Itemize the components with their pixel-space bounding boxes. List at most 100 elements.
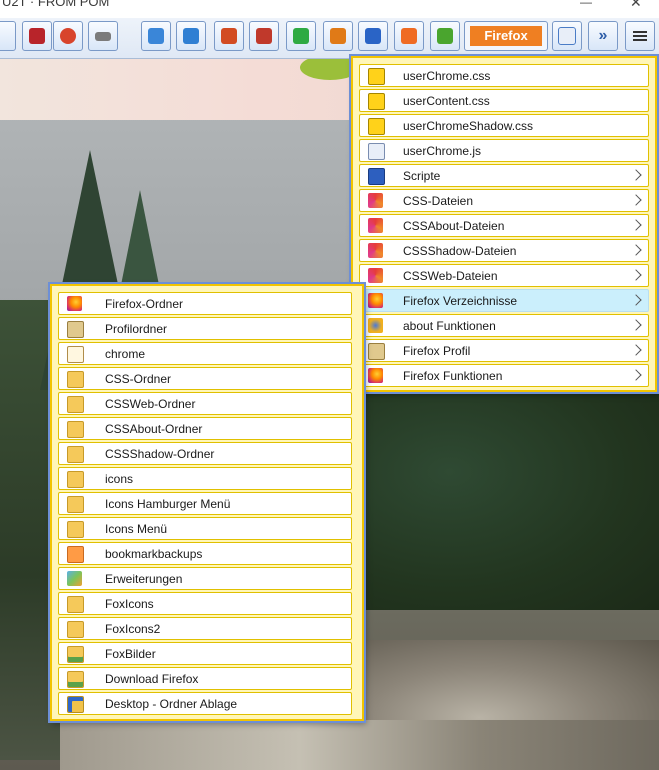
- menu-item[interactable]: FoxIcons2: [58, 617, 352, 640]
- firefox-icon: [368, 293, 383, 308]
- screenshot-button[interactable]: [141, 21, 171, 51]
- menu-item-label: FoxIcons: [105, 597, 154, 611]
- new-window-icon: [293, 28, 309, 44]
- menu-item[interactable]: Download Firefox: [58, 667, 352, 690]
- ublock-button[interactable]: [22, 21, 52, 51]
- chevron-right-icon: [630, 194, 642, 206]
- menu-item[interactable]: CSS-Ordner: [58, 367, 352, 390]
- firefox-menu-label: Firefox: [470, 26, 542, 46]
- profile-icon: [368, 343, 385, 360]
- css-file-icon: [368, 68, 385, 85]
- css-swirl-icon: [368, 268, 383, 283]
- menu-item[interactable]: icons: [58, 467, 352, 490]
- menu-item-label: CSSAbout-Ordner: [105, 422, 203, 436]
- menu-item[interactable]: Firefox Profil: [359, 339, 649, 362]
- menu-item[interactable]: Icons Menü: [58, 517, 352, 540]
- hamburger-icon: [633, 31, 647, 41]
- menu-item[interactable]: userChrome.js: [359, 139, 649, 162]
- menu-item-label: CSSAbout-Dateien: [403, 219, 505, 233]
- menu-item[interactable]: Firefox Funktionen: [359, 364, 649, 387]
- menu-item[interactable]: userChrome.css: [359, 64, 649, 87]
- css-swirl-icon: [368, 218, 383, 233]
- menu-item-label: CSSWeb-Ordner: [105, 397, 196, 411]
- menu-item[interactable]: CSSShadow-Ordner: [58, 442, 352, 465]
- css-folder-icon: [67, 421, 84, 438]
- menu-item[interactable]: CSSAbout-Ordner: [58, 417, 352, 440]
- screenshot-icon: [148, 28, 164, 44]
- cubes-icon: [67, 571, 82, 586]
- menu-item-label: chrome: [105, 347, 146, 361]
- reload-button[interactable]: [394, 21, 424, 51]
- folder-button[interactable]: [176, 21, 206, 51]
- menu-item[interactable]: FoxBilder: [58, 642, 352, 665]
- new-window-button[interactable]: [286, 21, 316, 51]
- menu-item[interactable]: Firefox-Ordner: [58, 292, 352, 315]
- menu-item[interactable]: Firefox Verzeichnisse: [359, 289, 649, 312]
- folder-icon: [67, 496, 84, 513]
- menu-item[interactable]: Erweiterungen: [58, 567, 352, 590]
- menu-item-label: bookmarkbackups: [105, 547, 203, 561]
- app-menu-button[interactable]: [625, 21, 655, 51]
- css-file-icon: [368, 118, 385, 135]
- firefox-dropdown-menu: userChrome.css userContent.css userChromeS…: [351, 56, 657, 392]
- menu-item-label: userContent.css: [403, 94, 490, 108]
- menu-item-label: Icons Hamburger Menü: [105, 497, 231, 511]
- cj-button[interactable]: [249, 21, 279, 51]
- overflow-button[interactable]: »: [588, 21, 618, 51]
- wallpaper-rocks-bottom: [60, 720, 659, 770]
- addon-red-button[interactable]: [53, 21, 83, 51]
- css-folder-icon: [67, 446, 84, 463]
- menu-item[interactable]: FoxIcons: [58, 592, 352, 615]
- wallpaper-forest-right: [360, 380, 659, 610]
- menu-item-label: userChromeShadow.css: [403, 119, 534, 133]
- menu-item[interactable]: bookmarkbackups: [58, 542, 352, 565]
- sneaker-icon: [95, 31, 111, 41]
- navigation-toolbar: Firefox »: [0, 18, 659, 59]
- close-icon[interactable]: ✕: [630, 0, 642, 11]
- menu-item[interactable]: CSSAbout-Dateien: [359, 214, 649, 237]
- puzzle-button[interactable]: [430, 21, 460, 51]
- spellcheck-button[interactable]: [552, 21, 582, 51]
- chevrons-right-icon: »: [598, 27, 608, 44]
- window-titlebar: U2T · FROM POM — ✕: [0, 0, 659, 18]
- css-folder-icon: [67, 371, 84, 388]
- menu-item-label: CSSShadow-Ordner: [105, 447, 215, 461]
- menu-item[interactable]: CSSWeb-Ordner: [58, 392, 352, 415]
- menu-item[interactable]: chrome: [58, 342, 352, 365]
- menu-item-label: Firefox Verzeichnisse: [403, 294, 518, 308]
- firefox-menu-button[interactable]: Firefox: [464, 21, 548, 51]
- menu-item[interactable]: userChromeShadow.css: [359, 114, 649, 137]
- minimize-icon[interactable]: —: [580, 0, 592, 9]
- menu-item[interactable]: CSSWeb-Dateien: [359, 264, 649, 287]
- search-page-button[interactable]: [323, 21, 353, 51]
- toolbar-partial-button[interactable]: [0, 21, 16, 51]
- download-folder-icon: [67, 671, 84, 688]
- menu-item-label: Download Firefox: [105, 672, 199, 686]
- menu-item-label: Firefox-Ordner: [105, 297, 184, 311]
- tools-button[interactable]: [214, 21, 244, 51]
- firefox-folders-submenu: Firefox-Ordner Profilordner chrome CSS-Ordn…: [50, 284, 364, 721]
- monitor-icon: [368, 168, 385, 185]
- menu-item[interactable]: CSS-Dateien: [359, 189, 649, 212]
- menu-item-label: Firefox Profil: [403, 344, 471, 358]
- picture-folder-icon: [67, 646, 84, 663]
- menu-item-label: FoxIcons2: [105, 622, 161, 636]
- ublock-icon: [29, 28, 45, 44]
- menu-item[interactable]: CSSShadow-Dateien: [359, 239, 649, 262]
- menu-item[interactable]: userContent.css: [359, 89, 649, 112]
- menu-item-label: Firefox Funktionen: [403, 369, 503, 383]
- chevron-right-icon: [630, 344, 642, 356]
- menu-item[interactable]: about Funktionen: [359, 314, 649, 337]
- menu-item-label: Icons Menü: [105, 522, 168, 536]
- sneaker-button[interactable]: [88, 21, 118, 51]
- menu-item-label: about Funktionen: [403, 319, 496, 333]
- chevron-right-icon: [630, 169, 642, 181]
- menu-item[interactable]: Desktop - Ordner Ablage: [58, 692, 352, 715]
- menu-item[interactable]: Profilordner: [58, 317, 352, 340]
- chevron-right-icon: [630, 269, 642, 281]
- menu-item[interactable]: Icons Hamburger Menü: [58, 492, 352, 515]
- menu-item[interactable]: Scripte: [359, 164, 649, 187]
- chevron-right-icon: [630, 219, 642, 231]
- sort-az-icon: [365, 28, 381, 44]
- sort-az-button[interactable]: [358, 21, 388, 51]
